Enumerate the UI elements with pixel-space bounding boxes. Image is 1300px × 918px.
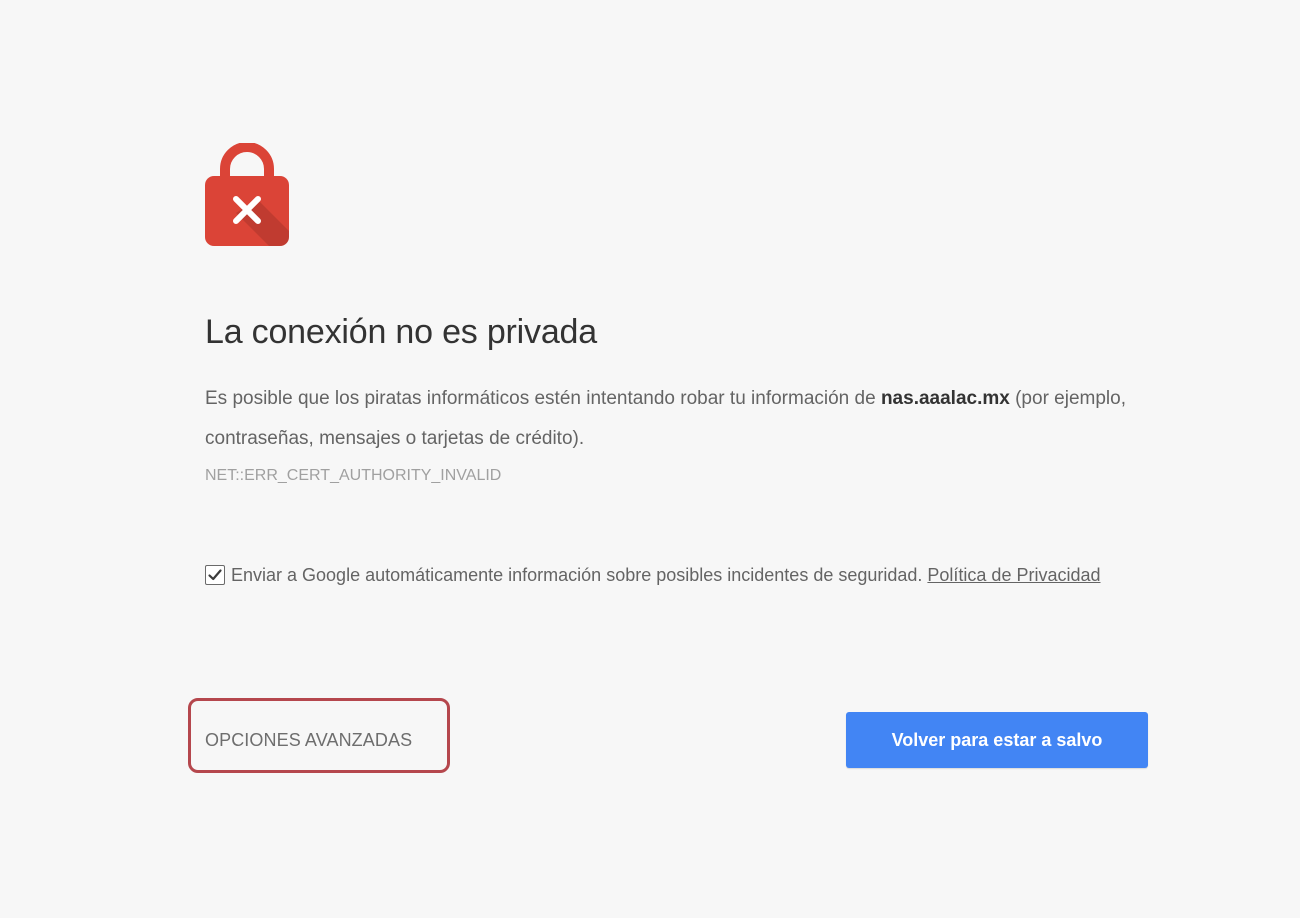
explanation-paragraph: Es posible que los piratas informáticos … — [205, 379, 1135, 459]
back-to-safety-button[interactable]: Volver para estar a salvo — [846, 712, 1148, 768]
interstitial-page: La conexión no es privada Es posible que… — [0, 0, 1300, 918]
error-code: NET::ERR_CERT_AUTHORITY_INVALID — [205, 467, 502, 484]
checkmark-icon — [208, 569, 222, 581]
report-option: Enviar a Google automáticamente informac… — [205, 557, 1150, 594]
report-checkbox[interactable] — [205, 565, 225, 585]
privacy-policy-link[interactable]: Política de Privacidad — [927, 565, 1100, 585]
lock-error-icon — [205, 143, 289, 246]
page-title: La conexión no es privada — [205, 313, 597, 351]
advanced-options-button[interactable]: OPCIONES AVANZADAS — [205, 726, 412, 754]
explanation-text-before: Es posible que los piratas informáticos … — [205, 388, 881, 409]
report-label: Enviar a Google automáticamente informac… — [231, 565, 928, 585]
hostname: nas.aaalac.mx — [880, 388, 1010, 409]
